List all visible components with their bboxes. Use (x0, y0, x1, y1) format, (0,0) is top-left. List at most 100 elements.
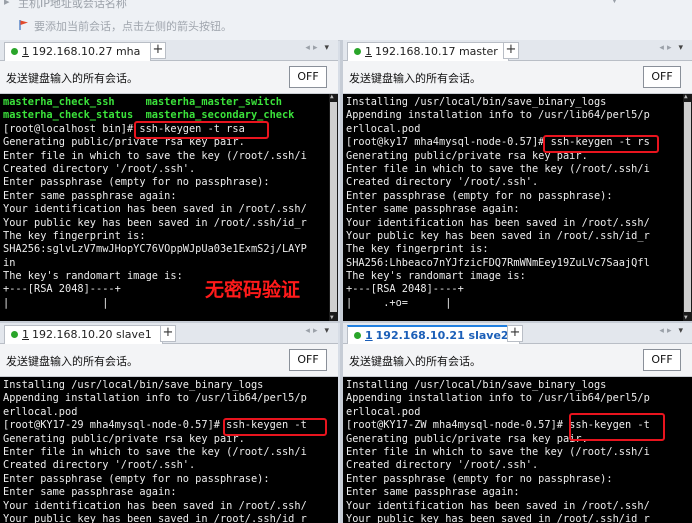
tab-menu-icon[interactable]: ▾ (324, 326, 332, 336)
tab-number: 1 (22, 328, 29, 341)
scrollbar-thumb[interactable] (684, 102, 691, 312)
send-all-toggle-button[interactable]: OFF (289, 349, 327, 371)
terminal-line: The key fingerprint is: (346, 243, 489, 256)
terminal-line: Enter same passphrase again: (346, 203, 520, 216)
terminal-line: The key's randomart image is: (346, 270, 526, 283)
tab-number: 1 (22, 45, 29, 58)
terminal-line: Created directory '/root/.ssh'. (346, 459, 539, 472)
highlight-box-ssh-keygen (223, 418, 327, 436)
terminal-line: masterha_check_ssh masterha_master_switc… (3, 96, 282, 108)
terminal-line: Installing /usr/local/bin/save_binary_lo… (346, 96, 607, 108)
highlight-box-ssh-keygen (543, 135, 659, 153)
tab-menu-icon[interactable]: ▾ (678, 326, 686, 336)
scroll-down-icon[interactable]: ▼ (684, 315, 691, 321)
host-address-row[interactable]: ▸ 主机IP地址或会话名称 ▼ (0, 0, 692, 11)
terminal-line: Your public key has been saved in /root/… (346, 512, 650, 523)
terminal-output[interactable]: Installing /usr/local/bin/save_binary_lo… (343, 94, 692, 321)
new-tab-plus-icon[interactable]: + (507, 325, 523, 342)
tab-next-icon[interactable]: ▸ (667, 326, 675, 336)
terminal-output[interactable]: Installing /usr/local/bin/save_binary_lo… (0, 377, 338, 523)
tab-nav-buttons: ◂▸ ▾ (305, 326, 332, 336)
send-all-sessions-label: 发送键盘输入的所有会话。 (6, 355, 138, 368)
arrow-right-icon[interactable]: ▸ (4, 0, 10, 8)
terminal-line: Created directory '/root/.ssh'. (3, 162, 196, 175)
connected-status-icon (354, 48, 361, 55)
terminal-line: Enter same passphrase again: (346, 486, 520, 499)
scroll-up-icon[interactable]: ▲ (684, 94, 691, 100)
terminal-lines: Installing /usr/local/bin/save_binary_lo… (346, 96, 650, 310)
send-all-sessions-label: 发送键盘输入的所有会话。 (349, 355, 481, 368)
terminal-line: Your public key has been saved in /root/… (3, 512, 307, 523)
tab-session-master[interactable]: 1 192.168.10.17 master (347, 42, 509, 61)
terminal-line: Enter passphrase (empty for no passphras… (3, 176, 270, 189)
terminal-line: Enter file in which to save the key (/ro… (346, 445, 650, 458)
send-all-sessions-bar: 发送键盘输入的所有会话。 OFF (343, 344, 692, 377)
tab-next-icon[interactable]: ▸ (313, 326, 321, 336)
terminal-line: SHA256:Lhbeaco7nYJfzicFDQ7RmWNmEey19ZuLV… (346, 256, 650, 269)
tab-nav-buttons: ◂▸ ▾ (659, 326, 686, 336)
tab-session-slave1[interactable]: 1 192.168.10.20 slave1 (4, 325, 163, 344)
tab-label: 192.168.10.17 master (375, 45, 498, 58)
tab-bar: 1 192.168.10.20 slave1 + ◂▸ ▾ (0, 323, 338, 344)
new-tab-plus-icon[interactable]: + (150, 42, 166, 59)
terminal-line: Appending installation info to /usr/lib6… (3, 392, 307, 405)
tab-nav-buttons: ◂▸ ▾ (659, 43, 686, 53)
tab-prev-icon[interactable]: ◂ (305, 43, 313, 53)
tab-number: 1 (365, 329, 373, 342)
terminal-line: Enter file in which to save the key (/ro… (346, 162, 650, 175)
tab-prev-icon[interactable]: ◂ (659, 326, 667, 336)
tab-bar: 1 192.168.10.27 mha + ◂▸ ▾ (0, 40, 338, 61)
scroll-up-icon[interactable]: ▲ (330, 94, 337, 100)
tab-menu-icon[interactable]: ▾ (678, 43, 686, 53)
send-all-toggle-button[interactable]: OFF (289, 66, 327, 88)
scroll-down-icon[interactable]: ▼ (330, 315, 337, 321)
session-hint-row: 要添加当前会话，点击左侧的箭头按钮。 (0, 16, 692, 34)
terminal-output[interactable]: Installing /usr/local/bin/save_binary_lo… (343, 377, 692, 523)
tab-label: 192.168.10.21 slave2 (375, 329, 509, 342)
send-all-toggle-button[interactable]: OFF (643, 66, 681, 88)
terminal-line: | .+o= | (346, 296, 452, 309)
terminal-scrollbar[interactable]: ▲ ▼ (329, 94, 338, 321)
terminal-line: Enter file in which to save the key (/ro… (3, 149, 307, 162)
send-all-sessions-bar: 发送键盘输入的所有会话。 OFF (343, 61, 692, 94)
tab-next-icon[interactable]: ▸ (667, 43, 675, 53)
terminal-line: Appending installation info to /usr/lib6… (346, 392, 650, 405)
terminal-line: Enter passphrase (empty for no passphras… (3, 472, 270, 485)
tab-session-mha[interactable]: 1 192.168.10.27 mha (4, 42, 152, 61)
new-tab-plus-icon[interactable]: + (503, 42, 519, 59)
session-toolbar: ▸ 主机IP地址或会话名称 ▼ 要添加当前会话，点击左侧的箭头按钮。 (0, 0, 692, 41)
host-address-input[interactable]: 主机IP地址或会话名称 (18, 0, 127, 11)
annotation-no-password: 无密码验证 (205, 279, 301, 301)
new-tab-plus-icon[interactable]: + (160, 325, 176, 342)
terminal-line: Appending installation info to /usr/lib6… (346, 109, 650, 122)
terminal-line: Created directory '/root/.ssh'. (346, 176, 539, 189)
send-all-sessions-label: 发送键盘输入的所有会话。 (349, 72, 481, 85)
terminal-line: Your identification has been saved in /r… (346, 499, 650, 512)
tab-label: 192.168.10.20 slave1 (32, 328, 152, 341)
terminal-output[interactable]: masterha_check_ssh masterha_master_switc… (0, 94, 338, 321)
tab-number: 1 (365, 45, 372, 58)
terminal-line: Enter passphrase (empty for no passphras… (346, 472, 613, 485)
tab-bar: 1 192.168.10.17 master + ◂▸ ▾ (343, 40, 692, 61)
send-all-sessions-bar: 发送键盘输入的所有会话。 OFF (0, 61, 338, 94)
tab-prev-icon[interactable]: ◂ (305, 326, 313, 336)
terminal-line: Enter file in which to save the key (/ro… (3, 445, 307, 458)
connected-status-icon (354, 332, 361, 339)
send-all-sessions-label: 发送键盘输入的所有会话。 (6, 72, 138, 85)
terminal-line: in (3, 256, 16, 269)
chevron-down-icon[interactable]: ▼ (611, 0, 618, 5)
tab-next-icon[interactable]: ▸ (313, 43, 321, 53)
terminal-scrollbar[interactable]: ▲ ▼ (683, 94, 692, 321)
scrollbar-thumb[interactable] (330, 102, 337, 312)
terminal-line: Your identification has been saved in /r… (3, 499, 307, 512)
terminal-line: Your identification has been saved in /r… (346, 216, 650, 229)
tab-session-slave2[interactable]: 1 192.168.10.21 slave2 (347, 325, 520, 345)
tab-menu-icon[interactable]: ▾ (324, 43, 332, 53)
session-pane-slave1: 1 192.168.10.20 slave1 + ◂▸ ▾ 发送键盘输入的所有会话。… (0, 323, 338, 523)
send-all-toggle-button[interactable]: OFF (643, 349, 681, 371)
terminal-line: The key fingerprint is: (3, 229, 146, 242)
session-pane-slave2: 1 192.168.10.21 slave2 + ◂▸ ▾ 发送键盘输入的所有会话。… (343, 323, 692, 523)
bookmark-flag-icon (19, 20, 28, 30)
tab-prev-icon[interactable]: ◂ (659, 43, 667, 53)
terminal-lines: Installing /usr/local/bin/save_binary_lo… (346, 379, 650, 523)
